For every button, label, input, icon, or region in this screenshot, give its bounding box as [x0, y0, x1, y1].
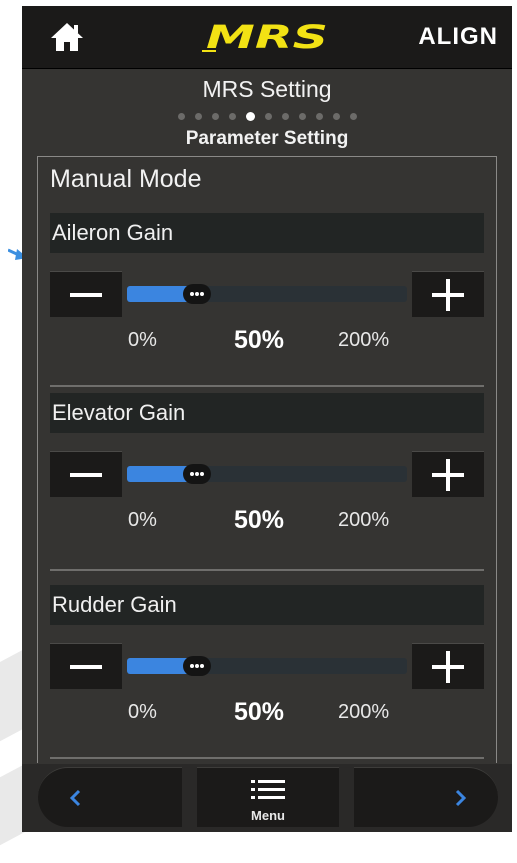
- slider-thumb[interactable]: [183, 656, 211, 676]
- menu-button[interactable]: Menu: [197, 767, 339, 827]
- page-indicator[interactable]: [22, 108, 512, 122]
- bottom-nav: Menu: [22, 764, 512, 832]
- page-subtitle: Parameter Setting: [185, 128, 349, 149]
- previous-button[interactable]: [38, 767, 182, 827]
- app-screen: MRS ALIGN MRS Setting Parameter Setting …: [22, 6, 512, 832]
- increase-button[interactable]: [412, 271, 484, 317]
- divider: [50, 385, 484, 387]
- page-dot[interactable]: [194, 113, 202, 121]
- top-bar: MRS ALIGN: [22, 6, 512, 69]
- gain-slider[interactable]: [127, 284, 407, 304]
- page-dot[interactable]: [177, 113, 185, 121]
- slider-thumb[interactable]: [183, 284, 211, 304]
- max-value: 200%: [338, 329, 390, 351]
- section-title: Manual Mode: [50, 165, 202, 193]
- page-dot[interactable]: [245, 112, 255, 122]
- plus-icon: [432, 459, 464, 491]
- page-dot[interactable]: [211, 113, 219, 121]
- page-dot[interactable]: [315, 113, 323, 121]
- page-dot[interactable]: [349, 113, 357, 121]
- page-title: MRS Setting: [202, 76, 332, 102]
- divider: [50, 757, 484, 759]
- max-value: 200%: [338, 701, 390, 723]
- divider: [50, 569, 484, 571]
- page-dot[interactable]: [298, 113, 306, 121]
- decrease-button[interactable]: [50, 271, 122, 317]
- current-value: 50%: [234, 698, 285, 726]
- increase-button[interactable]: [412, 451, 484, 497]
- align-logo: ALIGN: [418, 23, 498, 50]
- page-dot[interactable]: [332, 113, 340, 121]
- chevron-right-icon: [455, 789, 467, 807]
- decrease-button[interactable]: [50, 643, 122, 689]
- svg-text:MRS: MRS: [206, 20, 328, 54]
- manual-mode-panel: Manual Mode Aileron Gain 0% 50% 200% Ele…: [37, 156, 497, 763]
- gain-label: Elevator Gain: [50, 393, 484, 433]
- elevator-gain-control: Elevator Gain 0% 50% 200%: [38, 393, 496, 573]
- next-button[interactable]: [354, 767, 498, 827]
- plus-icon: [432, 651, 464, 683]
- page-dot[interactable]: [264, 113, 272, 121]
- max-value: 200%: [338, 509, 390, 531]
- gain-slider[interactable]: [127, 656, 407, 676]
- gain-label: Rudder Gain: [50, 585, 484, 625]
- chevron-left-icon: [69, 789, 81, 807]
- page-dot[interactable]: [228, 113, 236, 121]
- gain-label: Aileron Gain: [50, 213, 484, 253]
- menu-icon: [251, 780, 285, 799]
- rudder-gain-control: Rudder Gain 0% 50% 200%: [38, 585, 496, 765]
- aileron-gain-control: Aileron Gain 0% 50% 200%: [38, 213, 496, 393]
- page-dot[interactable]: [281, 113, 289, 121]
- slider-thumb[interactable]: [183, 464, 211, 484]
- gain-slider[interactable]: [127, 464, 407, 484]
- min-value: 0%: [128, 329, 157, 351]
- minus-icon: [70, 473, 102, 477]
- current-value: 50%: [234, 326, 285, 354]
- decrease-button[interactable]: [50, 451, 122, 497]
- increase-button[interactable]: [412, 643, 484, 689]
- current-value: 50%: [234, 506, 285, 534]
- minus-icon: [70, 293, 102, 297]
- home-icon[interactable]: [50, 22, 84, 52]
- min-value: 0%: [128, 701, 157, 723]
- minus-icon: [70, 665, 102, 669]
- min-value: 0%: [128, 509, 157, 531]
- mrs-logo: MRS: [202, 20, 328, 54]
- menu-label: Menu: [251, 808, 285, 823]
- plus-icon: [432, 279, 464, 311]
